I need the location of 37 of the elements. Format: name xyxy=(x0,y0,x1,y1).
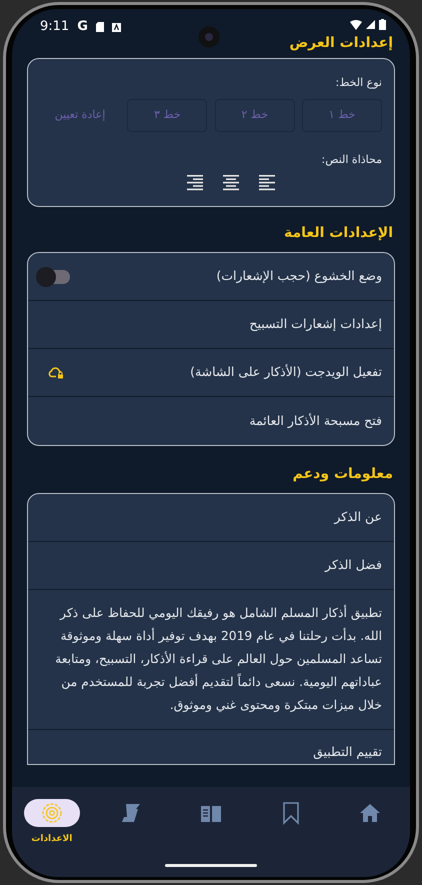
align-center-button[interactable] xyxy=(222,174,240,192)
camera-hole xyxy=(198,26,220,48)
item-label: فتح مسبحة الأذكار العائمة xyxy=(249,412,382,430)
item-label: تقييم التطبيق xyxy=(313,743,382,762)
align-right-icon xyxy=(186,174,204,192)
notification-icon xyxy=(112,22,121,32)
item-label: إعدادات إشعارات التسبيح xyxy=(249,315,382,334)
item-label: عن الذكر xyxy=(334,508,382,526)
cloud-lock-icon xyxy=(48,366,64,379)
wifi-icon xyxy=(350,20,362,30)
field-label: محاذاة النص: xyxy=(320,152,382,168)
item-label: تفعيل الويدجت (الأذكار على الشاشة) xyxy=(190,363,382,382)
home-icon xyxy=(358,801,382,825)
about-text: تطبيق أذكار المسلم الشامل هو رفيقك اليومي للحفاظ على ذكر الله. بدأت رحلتنا في عام 2019 بهدف توفير أداة سهلة وموثوقة تساعد المسلمين حول العالم على قراءة الأذكار، التسبيح، ومتابعة عباداتهم اليومية. نسعى دائماً لتقديم أفضل تجربة للمستخدم من خلال ميزات مبتكرة ومحتوى غني وموثوق. xyxy=(54,604,382,714)
list-item[interactable]: تقييم التطبيق xyxy=(28,730,394,764)
list-item[interactable]: وضع الخشوع (حجب الإشعارات) xyxy=(28,253,394,302)
section-title: الإعدادات العامة xyxy=(284,225,394,242)
carrier-mark: G xyxy=(77,18,88,36)
item-label: وضع الخشوع (حجب الإشعارات) xyxy=(216,267,382,286)
list-item[interactable]: إعدادات إشعارات التسبيح xyxy=(28,301,394,350)
section-title: معلومات ودعم xyxy=(292,466,394,483)
list-item[interactable]: تفعيل الويدجت (الأذكار على الشاشة) xyxy=(28,349,394,398)
item-label: فضل الذكر xyxy=(325,556,382,574)
align-center-icon xyxy=(222,174,240,192)
field-label: نوع الخط: xyxy=(334,74,382,91)
settings-icon xyxy=(40,801,64,825)
align-left-button[interactable] xyxy=(258,174,276,192)
section-title: إعدادات العرض xyxy=(289,35,394,52)
status-time: 9:11 xyxy=(40,18,70,36)
sd-card-icon xyxy=(96,22,104,32)
align-right-button[interactable] xyxy=(186,174,204,192)
list-item[interactable]: عن الذكر xyxy=(28,494,394,542)
signal-icon xyxy=(366,20,375,29)
list-item[interactable]: فضل الذكر xyxy=(28,542,394,590)
list-item[interactable]: فتح مسبحة الأذكار العائمة xyxy=(28,397,394,446)
align-left-icon xyxy=(258,174,276,192)
battery-icon xyxy=(379,19,386,30)
